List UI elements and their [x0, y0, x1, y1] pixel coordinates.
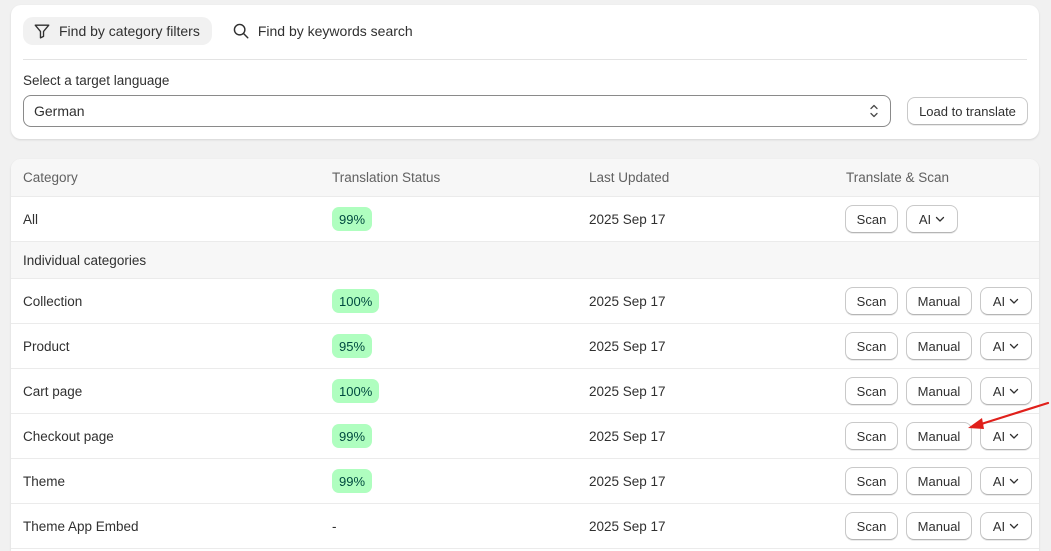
scan-button[interactable]: Scan	[845, 512, 898, 540]
manual-button[interactable]: Manual	[906, 287, 972, 315]
header-last-updated: Last Updated	[589, 170, 670, 185]
tab-label: Find by category filters	[59, 23, 200, 39]
load-to-translate-button[interactable]: Load to translate	[907, 97, 1028, 125]
scan-button[interactable]: Scan	[845, 422, 898, 450]
ai-label: AI	[992, 473, 1006, 489]
scan-button[interactable]: Scan	[845, 332, 898, 360]
table-row: Theme App Embed - 2025 Sep 17 Scan Manua…	[11, 504, 1039, 549]
divider	[23, 59, 1027, 60]
row-status-cell: 99%	[332, 424, 373, 448]
chevron-down-icon	[1009, 298, 1019, 304]
table-row: Checkout page 99% 2025 Sep 17 Scan Manua…	[11, 414, 1039, 459]
status-badge: 95%	[332, 334, 373, 358]
chevron-down-icon	[1009, 478, 1019, 484]
manual-button[interactable]: Manual	[906, 377, 972, 405]
row-updated: 2025 Sep 17	[589, 383, 666, 399]
table-row: Theme 99% 2025 Sep 17 Scan Manual AI	[11, 459, 1039, 504]
ai-label: AI	[918, 211, 932, 227]
row-actions: Scan Manual AI	[845, 287, 1039, 315]
tab-label: Find by keywords search	[257, 23, 413, 39]
table-header: Category Translation Status Last Updated…	[11, 159, 1039, 197]
header-category: Category	[23, 170, 78, 185]
header-translation-status: Translation Status	[332, 170, 441, 185]
row-status-cell: 100%	[332, 289, 380, 313]
ai-label: AI	[992, 428, 1006, 444]
ai-dropdown-button[interactable]: AI	[980, 422, 1032, 450]
header-translate-scan: Translate & Scan	[846, 170, 950, 185]
table-row: Cart page 100% 2025 Sep 17 Scan Manual A…	[11, 369, 1039, 414]
row-status-cell: -	[332, 519, 337, 534]
ai-dropdown-button[interactable]: AI	[980, 287, 1032, 315]
row-actions: Scan Manual AI	[845, 467, 1039, 495]
chevron-down-icon	[1009, 523, 1019, 529]
row-actions: Scan Manual AI	[845, 377, 1039, 405]
scan-button[interactable]: Scan	[845, 287, 898, 315]
chevron-down-icon	[1009, 433, 1019, 439]
row-actions: Scan Manual AI	[845, 512, 1039, 540]
chevron-down-icon	[1009, 343, 1019, 349]
status-badge: 99%	[332, 424, 373, 448]
row-status-cell: 95%	[332, 334, 373, 358]
status-text: -	[332, 518, 337, 534]
ai-dropdown-button[interactable]: AI	[980, 377, 1032, 405]
status-badge: 99%	[332, 469, 373, 493]
section-label: Individual categories	[23, 252, 147, 268]
status-badge: 100%	[332, 379, 380, 403]
manual-button[interactable]: Manual	[906, 422, 972, 450]
filter-icon	[34, 24, 50, 39]
row-actions: Scan Manual AI	[845, 422, 1039, 450]
row-updated: 2025 Sep 17	[589, 473, 666, 489]
ai-dropdown-button[interactable]: AI	[906, 205, 958, 233]
search-icon	[233, 23, 249, 39]
status-badge: 99%	[332, 207, 373, 231]
row-updated: 2025 Sep 17	[589, 518, 666, 534]
scan-button[interactable]: Scan	[845, 377, 898, 405]
table-row: Collection 100% 2025 Sep 17 Scan Manual …	[11, 279, 1039, 324]
row-actions: Scan AI	[845, 205, 966, 233]
chevron-down-icon	[935, 216, 945, 222]
ai-label: AI	[992, 338, 1006, 354]
manual-button[interactable]: Manual	[906, 467, 972, 495]
ai-label: AI	[992, 383, 1006, 399]
table-row: Product 95% 2025 Sep 17 Scan Manual AI	[11, 324, 1039, 369]
language-select[interactable]: German	[23, 95, 891, 127]
row-category: Cart page	[23, 383, 83, 399]
row-status-cell: 99%	[332, 469, 373, 493]
row-category: Theme App Embed	[23, 518, 139, 534]
ai-label: AI	[992, 293, 1006, 309]
row-updated: 2025 Sep 17	[589, 428, 666, 444]
row-category: Product	[23, 338, 70, 354]
row-category: All	[23, 211, 39, 227]
ai-dropdown-button[interactable]: AI	[980, 512, 1032, 540]
search-mode-tabs: Find by category filters Find by keyword…	[23, 17, 425, 45]
row-status-cell: 100%	[332, 379, 380, 403]
tab-category-filters[interactable]: Find by category filters	[23, 17, 212, 45]
ai-dropdown-button[interactable]: AI	[980, 332, 1032, 360]
category-table: Category Translation Status Last Updated…	[11, 159, 1039, 551]
manual-button[interactable]: Manual	[906, 332, 972, 360]
row-actions: Scan Manual AI	[845, 332, 1039, 360]
chevron-down-icon	[1009, 388, 1019, 394]
ai-dropdown-button[interactable]: AI	[980, 467, 1032, 495]
status-badge: 100%	[332, 289, 380, 313]
row-category: Checkout page	[23, 428, 114, 444]
scan-button[interactable]: Scan	[845, 205, 898, 233]
language-label: Select a target language	[23, 73, 170, 88]
row-category: Collection	[23, 293, 83, 309]
table-row-all: All 99% 2025 Sep 17 Scan AI	[11, 197, 1039, 242]
ai-label: AI	[992, 518, 1006, 534]
row-category: Theme	[23, 473, 66, 489]
select-chevron-icon	[870, 104, 878, 118]
scan-button[interactable]: Scan	[845, 467, 898, 495]
section-individual-categories: Individual categories	[11, 242, 1039, 279]
language-select-value: German	[34, 103, 85, 119]
manual-button[interactable]: Manual	[906, 512, 972, 540]
row-updated: 2025 Sep 17	[589, 293, 666, 309]
category-rows: Collection 100% 2025 Sep 17 Scan Manual …	[11, 279, 1039, 549]
tab-keywords-search[interactable]: Find by keywords search	[222, 17, 425, 45]
row-updated: 2025 Sep 17	[589, 338, 666, 354]
filter-card: Find by category filters Find by keyword…	[11, 5, 1039, 139]
row-updated: 2025 Sep 17	[589, 211, 666, 227]
